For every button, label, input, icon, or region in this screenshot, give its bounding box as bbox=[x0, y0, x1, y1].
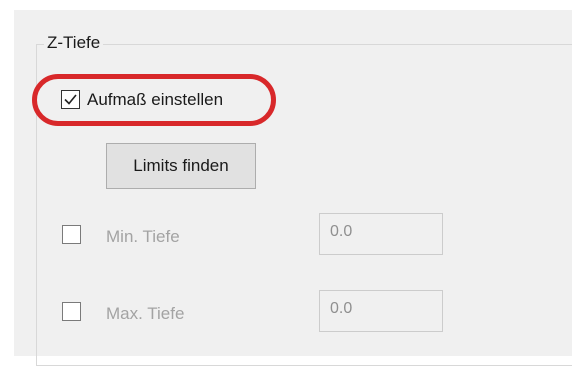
find-limits-button-label: Limits finden bbox=[133, 156, 229, 175]
min-depth-input[interactable]: 0.0 bbox=[319, 213, 443, 255]
find-limits-button[interactable]: Limits finden bbox=[106, 143, 256, 189]
groupbox-title: Z-Tiefe bbox=[44, 32, 104, 54]
min-depth-checkbox[interactable] bbox=[62, 225, 81, 244]
max-depth-checkbox[interactable] bbox=[62, 302, 81, 321]
max-depth-label: Max. Tiefe bbox=[106, 304, 185, 323]
highlight-ellipse bbox=[32, 74, 276, 126]
max-depth-input[interactable]: 0.0 bbox=[319, 290, 443, 332]
min-depth-label: Min. Tiefe bbox=[106, 227, 180, 246]
